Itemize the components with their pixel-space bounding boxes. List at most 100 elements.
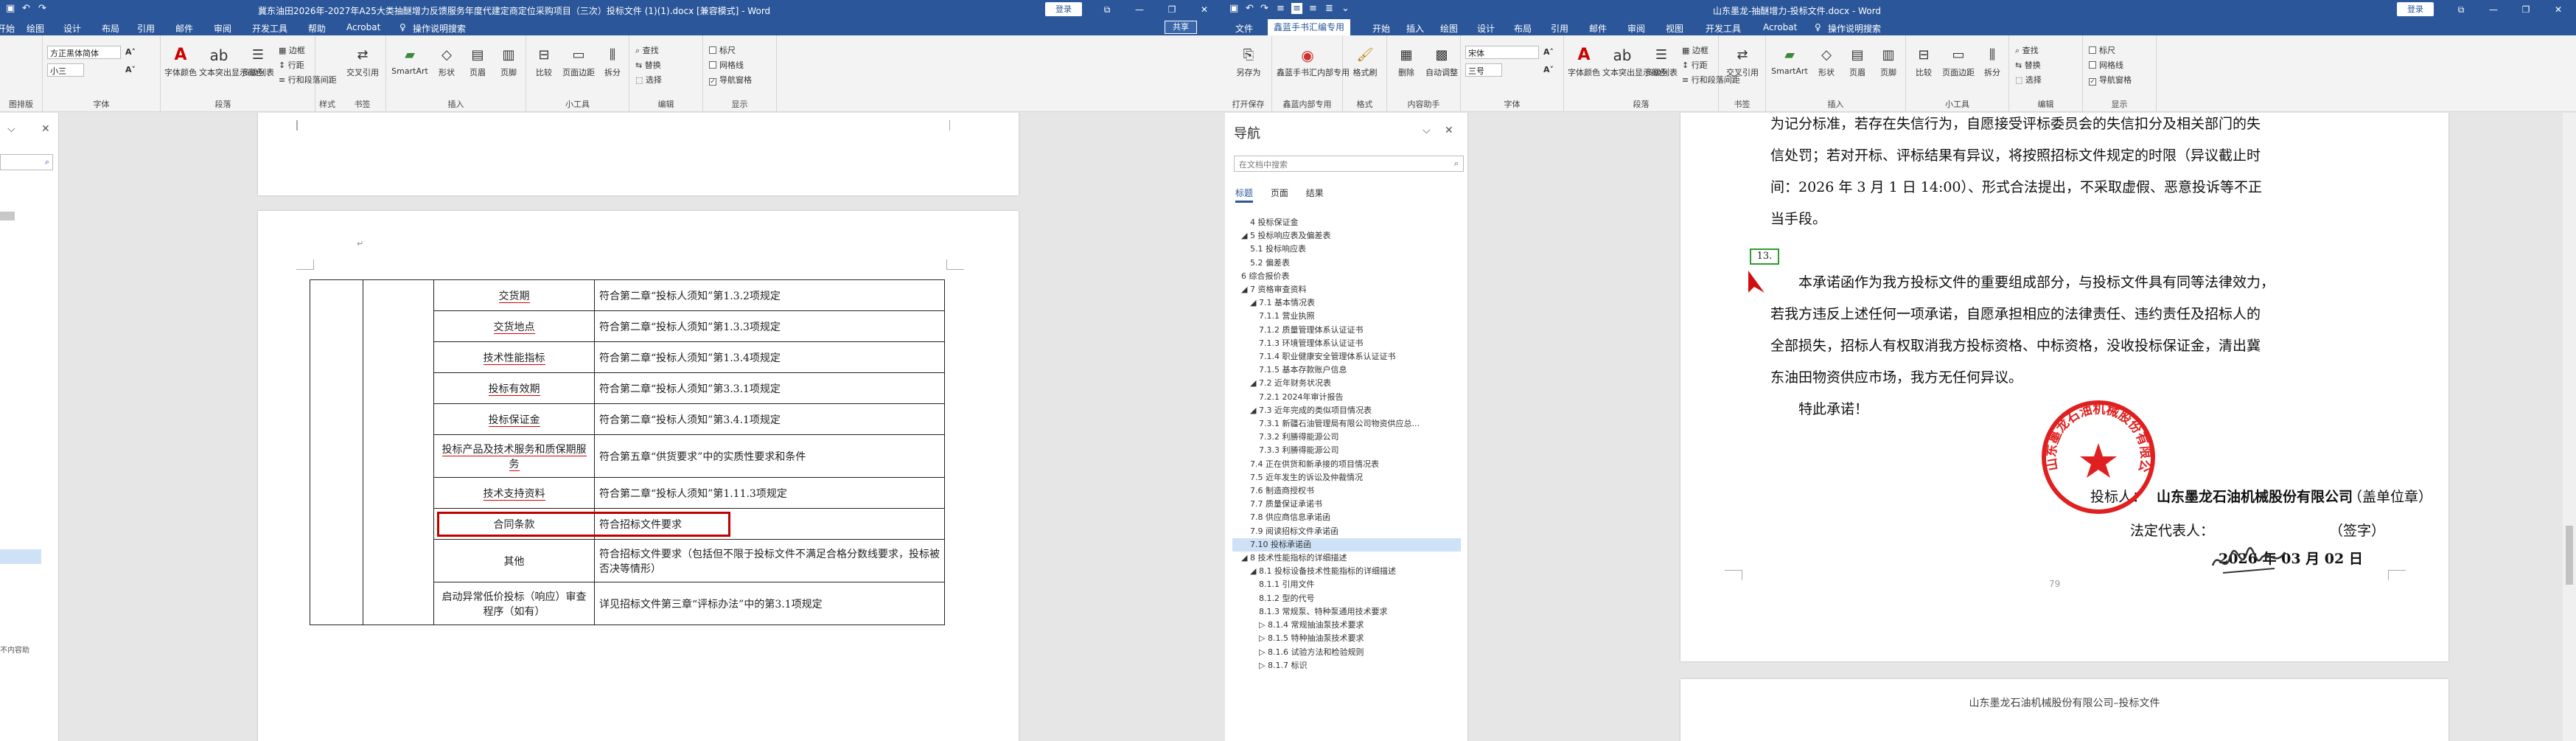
font-name-box[interactable]: 方正黑体简体 — [47, 46, 121, 59]
nav-tab-headings[interactable]: 标题 — [1235, 188, 1254, 203]
font-color-button[interactable]: A 字体颜色 — [164, 46, 198, 78]
tab-home[interactable]: 开始 — [1372, 22, 1390, 35]
tab-file[interactable]: 文件 — [1235, 22, 1253, 35]
criteria-standard-cell[interactable]: 符合招标文件要求（包括但不限于投标文件不满足合格分数线要求，投标被否决等情形） — [594, 539, 945, 582]
find-button[interactable]: ⌕ 查找 — [635, 44, 659, 56]
cross-reference-button[interactable]: ⇄ 交叉引用 — [342, 46, 383, 78]
criteria-standard-cell[interactable]: 符合招标文件要求 — [594, 508, 945, 540]
criteria-standard-cell[interactable]: 符合第五章“供货要求”中的实质性要求和条件 — [594, 434, 945, 478]
criteria-standard-cell[interactable]: 详见招标文件第三章“评标办法”中的第3.1项规定 — [594, 582, 945, 625]
select-button[interactable]: ⬚ 选择 — [635, 74, 662, 86]
criteria-item-cell[interactable]: 启动异常低价投标（响应）审查程序（如有） — [433, 582, 595, 625]
criteria-item-cell[interactable]: 技术性能指标 — [433, 341, 595, 373]
replace-button[interactable]: ⇆ 替换 — [2015, 59, 2041, 71]
save-icon[interactable]: ▣ — [6, 3, 15, 14]
line-spacing-button[interactable]: ↕ 行距 — [279, 59, 304, 71]
save-icon[interactable]: ▣ — [1229, 3, 1238, 14]
page-margins-button[interactable]: ▭ 页面边距 — [1940, 46, 1977, 78]
customize-qat-icon[interactable]: ⌄ — [1341, 3, 1350, 14]
footer-button[interactable]: ▥ 页脚 — [1874, 46, 1903, 78]
nav-heading-item[interactable]: 8.1.1 引用文件 — [1232, 578, 1461, 591]
share-button[interactable]: 共享 — [1165, 21, 1197, 34]
nav-heading-item[interactable]: 8.1.2 型的代号 — [1232, 592, 1461, 605]
cross-reference-button[interactable]: ⇄ 交叉引用 — [1722, 46, 1763, 78]
nav-dropdown-icon[interactable]: ⌵ — [7, 123, 15, 135]
criteria-standard-cell[interactable]: 符合第二章“投标人须知”第1.3.3项规定 — [594, 310, 945, 342]
restore-icon[interactable]: ❐ — [1156, 0, 1188, 19]
align-right-icon[interactable]: ≡ — [1309, 3, 1317, 14]
nav-heading-item[interactable]: 7.1.1 营业执照 — [1232, 310, 1461, 323]
ribbon-display-icon[interactable]: ⧉ — [2445, 0, 2477, 19]
tab-layout[interactable]: 布局 — [1514, 22, 1532, 35]
nav-heading-item[interactable]: 7.1.3 环境管理体系认证证书 — [1232, 337, 1461, 350]
nav-dropdown-icon[interactable]: ⌵ — [1423, 125, 1431, 136]
replace-button[interactable]: ⇆ 替换 — [635, 59, 661, 71]
highlight-button[interactable]: ab 文本突出显示颜色 — [1602, 46, 1667, 78]
criteria-standard-cell[interactable]: 符合第二章“投标人须知”第1.11.3项规定 — [594, 477, 945, 509]
gridlines-checkbox[interactable]: 网格线 — [709, 59, 744, 71]
nav-heading-item[interactable]: ◢ 5 投标响应表及偏差表 — [1232, 229, 1461, 243]
close-icon[interactable]: ✕ — [1188, 0, 1221, 19]
tab-references[interactable]: 引用 — [137, 22, 155, 35]
tab-insert[interactable]: 插入 — [1406, 22, 1424, 35]
tab-custom[interactable]: 鑫蓝手书汇编专用 — [1268, 19, 1351, 35]
nav-pane-checkbox[interactable]: ✓ 导航窗格 — [2089, 74, 2132, 86]
nav-search-stub[interactable]: ⌕ — [0, 154, 53, 170]
grow-font-icon[interactable]: A˄ — [125, 47, 136, 57]
criteria-standard-cell[interactable]: 符合第二章“投标人须知”第1.3.4项规定 — [594, 341, 945, 373]
nav-tab-results[interactable]: 结果 — [1306, 188, 1324, 198]
tab-developer[interactable]: 开发工具 — [252, 22, 287, 35]
nav-heading-item[interactable]: 7.4 正在供货和新承接的项目情况表 — [1232, 458, 1461, 471]
criteria-standard-cell[interactable]: 符合第二章“投标人须知”第3.4.1项规定 — [594, 403, 945, 435]
right-signin-button[interactable]: 登录 — [2397, 2, 2434, 16]
nav-heading-item[interactable]: ▷ 8.1.6 试验方法和检验规则 — [1232, 646, 1461, 659]
criteria-standard-cell[interactable]: 符合第二章“投标人须知”第1.3.2项规定 — [594, 279, 945, 311]
tab-draw[interactable]: 绘图 — [1440, 22, 1458, 35]
font-name-box[interactable]: 宋体 — [1465, 46, 1539, 59]
redo-icon[interactable]: ↷ — [1260, 3, 1268, 14]
font-color-button[interactable]: A 字体颜色 — [1567, 46, 1601, 78]
nav-heading-item[interactable]: 5.1 投标响应表 — [1232, 243, 1461, 256]
border-button[interactable]: ▦ 边框 — [1682, 44, 1708, 56]
shrink-font-icon[interactable]: A˅ — [1543, 65, 1554, 74]
tab-acrobat[interactable]: Acrobat — [346, 22, 380, 32]
right-document-area[interactable]: 为记分标准，若存在失信行为，自愿接受评标委员会的失信扣分及相关部门的失 信处罚；若… — [1468, 113, 2576, 741]
select-button[interactable]: ⬚ 选择 — [2015, 74, 2042, 86]
header-button[interactable]: ▤ 页眉 — [1843, 46, 1872, 78]
nav-heading-item[interactable]: 7.3.3 利勝得能源公司 — [1232, 444, 1461, 457]
tab-mailings[interactable]: 邮件 — [175, 22, 193, 35]
nav-heading-item[interactable]: 7.6 制造商授权书 — [1232, 484, 1461, 498]
nav-heading-item[interactable]: ◢ 7 资格审查资料 — [1232, 283, 1461, 296]
nav-heading-item[interactable]: 7.3.2 利勝得能源公司 — [1232, 431, 1461, 444]
tab-review[interactable]: 审阅 — [214, 22, 231, 35]
scrollbar-thumb[interactable] — [2566, 526, 2573, 585]
nav-heading-item[interactable]: ◢ 8 技术性能指标的详细描述 — [1232, 552, 1461, 565]
nav-heading-item[interactable]: 7.1.2 质量管理体系认证证书 — [1232, 324, 1461, 337]
criteria-standard-cell[interactable]: 符合第二章“投标人须知”第3.3.1项规定 — [594, 372, 945, 404]
tell-me-search[interactable]: 操作说明搜索 — [413, 22, 466, 35]
list-number-box[interactable]: 13. — [1750, 248, 1779, 265]
redo-icon[interactable]: ↷ — [38, 3, 46, 14]
split-button[interactable]: ⫼ 拆分 — [598, 46, 626, 78]
criteria-item-cell[interactable]: 交货期 — [433, 279, 595, 311]
tab-references[interactable]: 引用 — [1551, 22, 1568, 35]
split-button[interactable]: ⫼ 拆分 — [1978, 46, 2006, 78]
tab-view[interactable]: 视图 — [1666, 22, 1683, 35]
align-center-icon[interactable]: ≡ — [1291, 3, 1302, 14]
criteria-item-cell[interactable]: 其他 — [433, 539, 595, 582]
criteria-item-cell[interactable]: 投标有效期 — [433, 372, 595, 404]
multilevel-list-button[interactable]: ☰ 多级列表 — [1644, 46, 1679, 78]
criteria-item-cell[interactable]: 技术支持资料 — [433, 477, 595, 509]
save-as-button[interactable]: ⎘ 另存为 — [1229, 46, 1268, 78]
delete-button[interactable]: ▦ 删除 — [1390, 46, 1423, 78]
nav-heading-item[interactable]: 7.3.1 新疆石油管理局有限公司物资供应总... — [1232, 417, 1461, 431]
nav-heading-item[interactable]: 7.8 供应商信息承诺函 — [1232, 511, 1461, 524]
nav-search-input[interactable]: 在文档中搜索 ⌕ — [1234, 156, 1464, 172]
header-button[interactable]: ▤ 页眉 — [463, 46, 492, 78]
nav-heading-item[interactable]: 7.7 质量保证承诺书 — [1232, 498, 1461, 511]
nav-heading-item[interactable]: ▷ 8.1.4 常规抽油泵技术要求 — [1232, 619, 1461, 632]
tab-layout[interactable]: 布局 — [102, 22, 119, 35]
tab-home[interactable]: 开始 — [0, 22, 15, 35]
custom-bookmark-button[interactable]: ◉ 鑫蓝手书汇内部专用 — [1277, 46, 1350, 78]
criteria-item-cell[interactable]: 交货地点 — [433, 310, 595, 342]
